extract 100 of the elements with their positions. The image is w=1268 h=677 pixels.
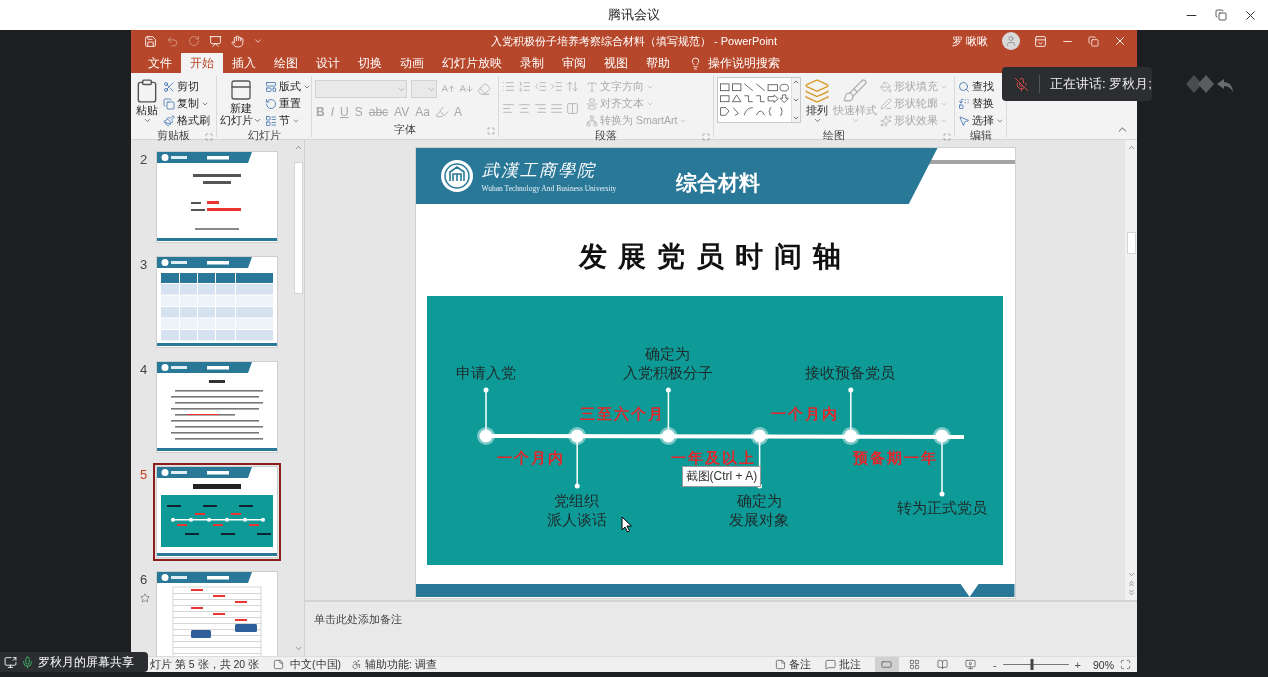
save-icon[interactable] — [144, 34, 157, 48]
redo-icon[interactable] — [188, 35, 200, 47]
ribbon-tab[interactable]: 开始 — [181, 53, 223, 73]
scrollbar-thumb[interactable] — [1126, 232, 1136, 254]
dialog-launcher-icon[interactable] — [487, 127, 495, 135]
scroll-down-icon[interactable] — [1126, 570, 1136, 579]
ribbon-tab[interactable]: 幻灯片放映 — [433, 53, 511, 73]
milestone-label: 转为正式党员 — [896, 498, 987, 517]
ribbon-tab[interactable]: 帮助 — [637, 53, 679, 73]
find-button[interactable]: 查找 — [958, 79, 1004, 94]
format-painter-button[interactable]: 格式刷 — [163, 113, 210, 128]
notes-prompt[interactable]: 单击此处添加备注 — [314, 613, 402, 625]
section-button[interactable]: 节 — [265, 113, 311, 128]
lightbulb-icon — [689, 56, 702, 70]
duration-label: 预备期一年 — [853, 448, 939, 468]
next-slide-icon[interactable] — [1126, 588, 1136, 597]
group-label: 绘图 — [823, 129, 845, 143]
slide-thumbnail[interactable] — [157, 257, 277, 347]
normal-view-icon — [881, 659, 893, 670]
slide-number: 2 — [140, 152, 149, 167]
avatar[interactable] — [1002, 32, 1020, 50]
school-name: 武漢工商學院 — [481, 160, 597, 182]
cursor-icon — [620, 516, 633, 533]
zoom-out-button[interactable]: - — [992, 658, 997, 671]
ribbon-display-icon[interactable] — [1034, 34, 1047, 48]
share-label: 罗秋月的屏幕共享 — [38, 653, 134, 671]
accessibility-status[interactable]: 辅助功能: 调查 — [365, 657, 437, 672]
previous-slide-icon[interactable] — [1126, 579, 1136, 588]
slide-counter: 灯片 第 5 张，共 20 张 — [150, 657, 260, 672]
hand-icon[interactable] — [231, 34, 244, 48]
new-slide-button[interactable]: 新建 幻灯片 — [220, 77, 262, 127]
scissors-icon — [163, 80, 175, 93]
slide-title: 发展党员时间轴 — [578, 240, 852, 274]
document-title: 入党积极份子培养考察综合材料（填写规范） - PowerPoint — [491, 33, 777, 49]
restore-icon[interactable] — [1088, 35, 1099, 47]
group-label: 幻灯片 — [247, 129, 281, 143]
speaker-text: 正在讲话: 罗秋月; — [1050, 75, 1152, 93]
ribbon-tab[interactable]: 文件 — [139, 53, 181, 73]
paste-button[interactable]: 粘贴 — [134, 77, 160, 126]
presentation-icon[interactable] — [209, 34, 222, 48]
group-label: 剪贴板 — [157, 129, 190, 143]
notes-icon — [774, 659, 786, 670]
ribbon-tab[interactable]: 视图 — [595, 53, 637, 73]
ribbon-tab[interactable]: 录制 — [511, 53, 553, 73]
language-indicator[interactable]: 中文(中国) — [290, 657, 342, 672]
notes-check-icon[interactable] — [273, 659, 285, 670]
slide-number: 4 — [140, 362, 149, 377]
zoom-in-button[interactable]: + — [1074, 658, 1081, 671]
comments-button[interactable]: 批注 — [824, 657, 861, 672]
mic-off-icon — [1014, 76, 1029, 92]
slide-thumbnail[interactable] — [157, 572, 277, 656]
layout-icon — [265, 80, 277, 93]
layout-button[interactable]: 版式 — [265, 79, 311, 94]
app-logo-icon — [1184, 73, 1236, 95]
scroll-up-icon[interactable] — [1126, 143, 1136, 152]
scrollbar-thumb[interactable] — [293, 162, 303, 294]
reading-view-icon — [937, 659, 949, 670]
ribbon-tab[interactable]: 动画 — [391, 53, 433, 73]
ribbon-tab[interactable]: 设计 — [307, 53, 349, 73]
duration-label: 三至六个月 — [579, 404, 665, 424]
restore-icon[interactable] — [1215, 9, 1227, 21]
replace-button[interactable]: 替换 — [958, 96, 1004, 111]
view-button[interactable] — [874, 657, 899, 672]
milestone-label: 党组织 派人谈话 — [546, 491, 607, 529]
shape-gallery[interactable] — [717, 77, 801, 123]
dialog-launcher-icon[interactable] — [205, 133, 213, 141]
undo-icon[interactable] — [166, 34, 179, 48]
zoom-slider-thumb[interactable] — [1030, 659, 1034, 670]
copy-button[interactable]: 复制 — [163, 96, 210, 111]
comment-icon — [824, 659, 836, 670]
arrange-button[interactable]: 排列 — [804, 77, 830, 126]
notes-button[interactable]: 备注 — [774, 657, 811, 672]
reset-button[interactable]: 重置 — [265, 96, 311, 111]
ribbon-tab[interactable]: 绘图 — [265, 53, 307, 73]
ribbon-tab[interactable]: 插入 — [223, 53, 265, 73]
scroll-up-icon — [792, 78, 800, 86]
slide-thumbnail[interactable] — [157, 362, 277, 452]
slideshow-icon — [965, 659, 977, 670]
caret-icon[interactable] — [253, 36, 263, 46]
tell-me-search[interactable]: 操作说明搜索 — [708, 55, 780, 71]
user-name: 罗 啾啾 — [951, 33, 988, 49]
fit-to-window-icon[interactable] — [1120, 659, 1131, 670]
scroll-up-icon[interactable] — [293, 143, 303, 152]
paint-bucket-icon — [880, 80, 892, 93]
group-label: 字体 — [394, 123, 416, 137]
select-button[interactable]: 选择 — [958, 113, 1004, 128]
dialog-launcher-icon[interactable] — [943, 133, 951, 141]
window-title: 腾讯会议 — [608, 6, 660, 24]
duration-label: 一个月内 — [770, 404, 839, 424]
ribbon-tab[interactable]: 切换 — [349, 53, 391, 73]
slide-number: 6 — [140, 572, 149, 587]
slide-thumbnail[interactable] — [157, 152, 277, 242]
milestone-label: 接收预备党员 — [805, 363, 896, 382]
ribbon-tab[interactable]: 审阅 — [553, 53, 595, 73]
cut-button[interactable]: 剪切 — [163, 79, 210, 94]
zoom-level[interactable]: 90% — [1093, 658, 1114, 671]
dialog-launcher-icon[interactable] — [702, 133, 710, 141]
header-title: 综合材料 — [676, 170, 761, 196]
scroll-down-icon[interactable] — [293, 644, 303, 653]
pen-icon — [880, 97, 892, 110]
